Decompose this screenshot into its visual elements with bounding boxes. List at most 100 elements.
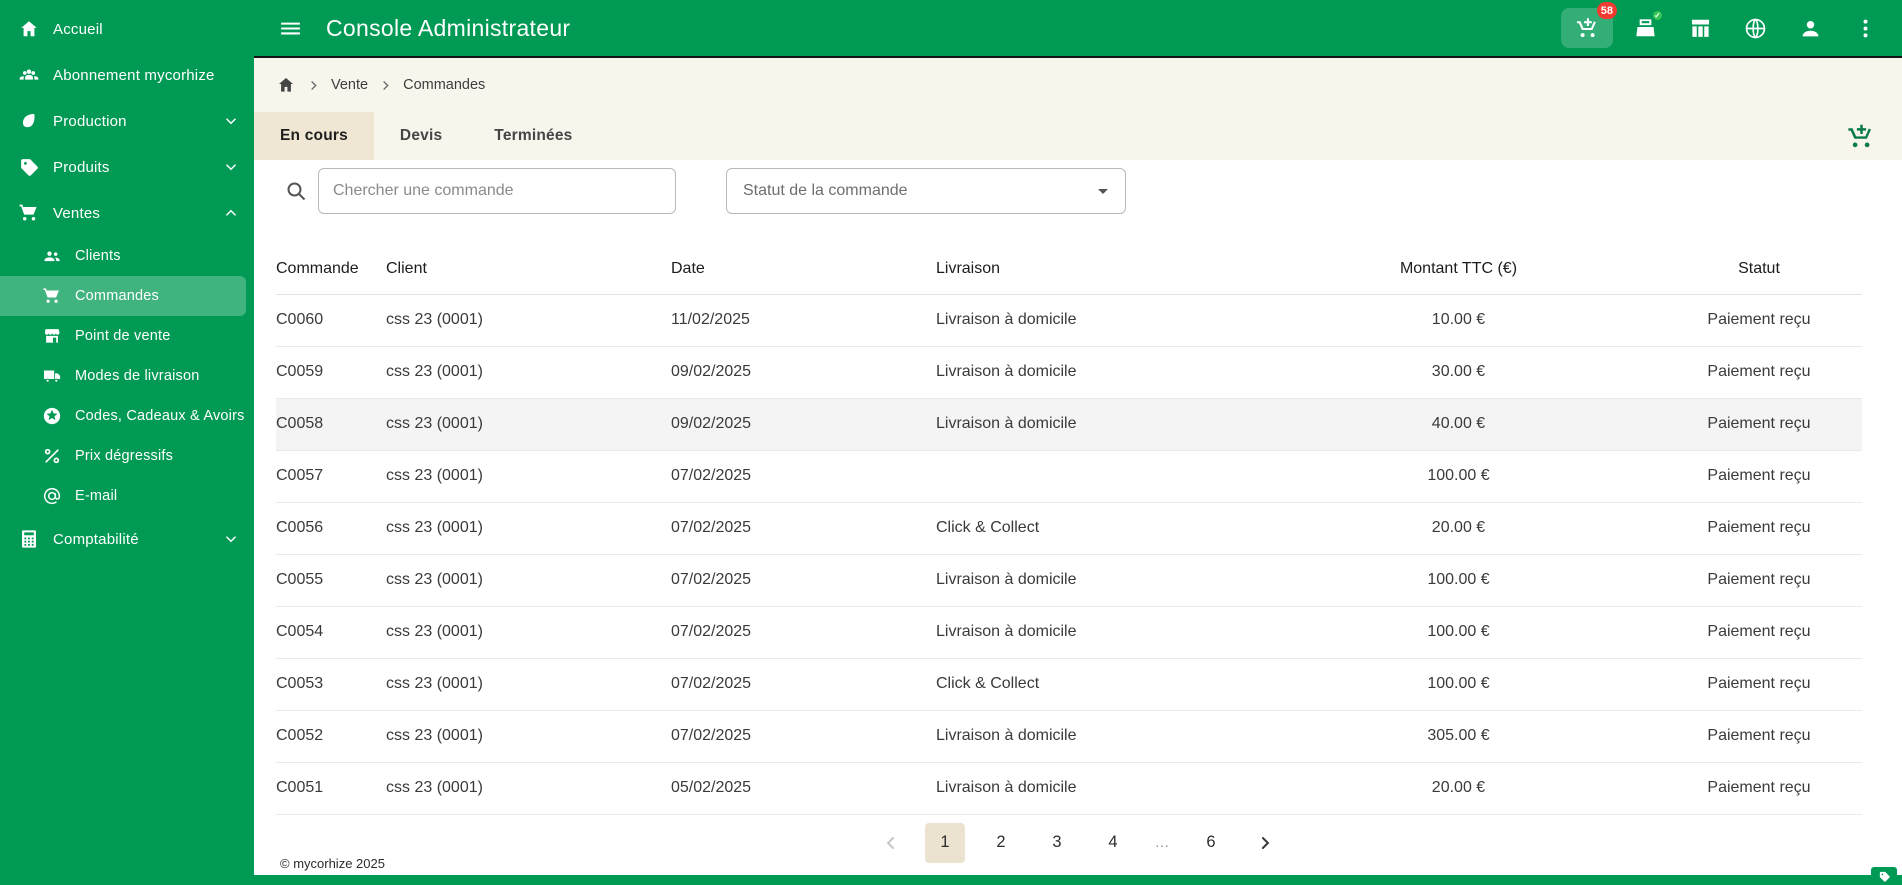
cell-commande: C0053 — [276, 658, 386, 711]
cell-date: 05/02/2025 — [671, 762, 936, 815]
table-row[interactable]: C0058 css 23 (0001) 09/02/2025 Livraison… — [276, 398, 1862, 451]
order-status-select-value: Statut de la commande — [743, 182, 908, 199]
sidebar-item-label: Prix dégressifs — [75, 448, 174, 464]
sidebar-item-label: Produits — [53, 158, 110, 176]
chevron-down-icon — [222, 112, 240, 130]
more-vert-icon — [1853, 16, 1878, 41]
page-header-band: Vente Commandes En cours Devis Terminées — [254, 58, 1902, 160]
table-row[interactable]: C0054 css 23 (0001) 07/02/2025 Livraison… — [276, 606, 1862, 659]
chevron-down-icon — [222, 158, 240, 176]
cell-client: css 23 (0001) — [386, 554, 671, 607]
cell-montant: 100.00 € — [1336, 658, 1581, 711]
dropdown-arrow-icon — [1091, 179, 1115, 203]
pagination-next-button[interactable] — [1247, 823, 1283, 863]
sidebar-item-ventes[interactable]: Ventes — [0, 190, 254, 236]
sidebar-item-modes-livraison[interactable]: Modes de livraison — [0, 356, 254, 396]
status-check-icon: ✓ — [1651, 9, 1664, 22]
sidebar-item-label: Codes, Cadeaux & Avoirs — [75, 408, 245, 424]
topbar-cart-button[interactable]: 58 — [1561, 2, 1617, 48]
cell-montant: 20.00 € — [1336, 502, 1581, 555]
pagination-page-3[interactable]: 3 — [1037, 823, 1077, 863]
topbar-actions: 58 ✓ — [1561, 2, 1888, 48]
cell-date: 07/02/2025 — [671, 710, 936, 763]
sidebar-item-clients[interactable]: Clients — [0, 236, 254, 276]
column-header-client: Client — [386, 244, 671, 295]
cart-icon — [18, 202, 40, 224]
table-row[interactable]: C0060 css 23 (0001) 11/02/2025 Livraison… — [276, 294, 1862, 347]
tab-devis[interactable]: Devis — [374, 112, 468, 160]
pagination-page-1[interactable]: 1 — [925, 822, 965, 863]
table-row[interactable]: C0056 css 23 (0001) 07/02/2025 Click & C… — [276, 502, 1862, 555]
storefront-icon — [1688, 16, 1713, 41]
cell-livraison: Click & Collect — [936, 502, 1336, 555]
topbar-overflow-menu-button[interactable] — [1842, 8, 1888, 48]
percent-icon — [42, 446, 62, 466]
cell-statut: Paiement reçu — [1581, 658, 1862, 711]
table-row[interactable]: C0055 css 23 (0001) 07/02/2025 Livraison… — [276, 554, 1862, 607]
cell-statut: Paiement reçu — [1581, 710, 1862, 763]
orders-table: Commande Client Date Livraison Montant T… — [276, 244, 1862, 815]
pagination-prev-button[interactable] — [873, 823, 909, 863]
cell-date: 09/02/2025 — [671, 346, 936, 399]
top-app-bar: Console Administrateur 58 ✓ — [254, 0, 1902, 56]
sidebar-item-label: E-mail — [75, 488, 118, 504]
sidebar-item-label: Accueil — [53, 20, 103, 38]
cell-livraison — [936, 450, 1336, 503]
table-row[interactable]: C0052 css 23 (0001) 07/02/2025 Livraison… — [276, 710, 1862, 763]
cell-montant: 100.00 € — [1336, 554, 1581, 607]
table-row[interactable]: C0053 css 23 (0001) 07/02/2025 Click & C… — [276, 658, 1862, 711]
order-status-select[interactable]: Statut de la commande — [726, 168, 1126, 214]
tag-icon — [18, 156, 40, 178]
cart-shortcut-button[interactable] — [1844, 120, 1878, 154]
table-row[interactable]: C0057 css 23 (0001) 07/02/2025 100.00 € … — [276, 450, 1862, 503]
sidebar-submenu-ventes: Clients Commandes Point de vente Modes d… — [0, 236, 254, 516]
truck-icon — [42, 366, 62, 386]
sidebar-item-comptabilite[interactable]: Comptabilité — [0, 516, 254, 562]
sidebar-item-point-de-vente[interactable]: Point de vente — [0, 316, 254, 356]
content-area: Vente Commandes En cours Devis Terminées — [254, 56, 1902, 885]
cell-livraison: Livraison à domicile — [936, 294, 1336, 347]
add-cart-icon — [1846, 122, 1876, 152]
pagination-page-4[interactable]: 4 — [1093, 823, 1133, 863]
sidebar-item-email[interactable]: E-mail — [0, 476, 254, 516]
sidebar-item-prix-degressifs[interactable]: Prix dégressifs — [0, 436, 254, 476]
search-icon — [284, 179, 308, 203]
topbar-storefront-button[interactable] — [1677, 8, 1723, 48]
sidebar-item-codes-cadeaux[interactable]: Codes, Cadeaux & Avoirs — [0, 396, 254, 436]
sidebar-item-abonnement[interactable]: Abonnement mycorhize — [0, 52, 254, 98]
cell-client: css 23 (0001) — [386, 502, 671, 555]
app-root: Accueil Abonnement mycorhize Production — [0, 0, 1902, 885]
cell-commande: C0057 — [276, 450, 386, 503]
person-icon — [1798, 16, 1823, 41]
cell-commande: C0051 — [276, 762, 386, 815]
tab-terminees[interactable]: Terminées — [468, 112, 598, 160]
topbar-pos-status-button[interactable]: ✓ — [1622, 8, 1668, 48]
breadcrumb-home-icon[interactable] — [276, 75, 296, 95]
chevron-right-icon — [306, 78, 321, 93]
cell-client: css 23 (0001) — [386, 294, 671, 347]
pagination-page-2[interactable]: 2 — [981, 823, 1021, 863]
table-row[interactable]: C0059 css 23 (0001) 09/02/2025 Livraison… — [276, 346, 1862, 399]
menu-toggle-button[interactable] — [268, 7, 312, 49]
pagination: 1 2 3 4 … 6 — [254, 822, 1902, 863]
home-icon — [18, 18, 40, 40]
topbar-language-button[interactable] — [1732, 8, 1778, 48]
sidebar-item-produits[interactable]: Produits — [0, 144, 254, 190]
topbar-account-button[interactable] — [1787, 8, 1833, 48]
sidebar-item-label: Comptabilité — [53, 530, 139, 548]
calculator-icon — [18, 528, 40, 550]
table-row[interactable]: C0051 css 23 (0001) 05/02/2025 Livraison… — [276, 762, 1862, 815]
sidebar-item-accueil[interactable]: Accueil — [0, 6, 254, 52]
tab-en-cours[interactable]: En cours — [254, 112, 374, 160]
cell-commande: C0055 — [276, 554, 386, 607]
sidebar-item-production[interactable]: Production — [0, 98, 254, 144]
cell-date: 07/02/2025 — [671, 606, 936, 659]
chevron-up-icon — [222, 204, 240, 222]
sidebar-item-commandes[interactable]: Commandes — [0, 276, 246, 316]
breadcrumb-vente[interactable]: Vente — [331, 77, 368, 93]
cell-livraison: Livraison à domicile — [936, 606, 1336, 659]
cell-client: css 23 (0001) — [386, 658, 671, 711]
order-search-input[interactable] — [318, 168, 676, 214]
sidebar-item-label: Modes de livraison — [75, 368, 200, 384]
pagination-page-6[interactable]: 6 — [1191, 823, 1231, 863]
